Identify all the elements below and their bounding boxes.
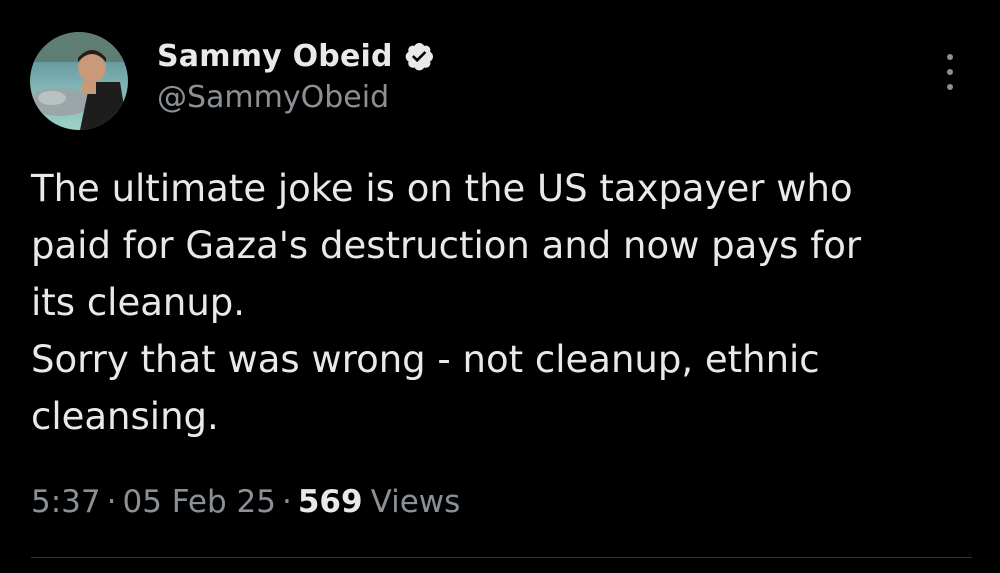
name-row: Sammy Obeid (157, 34, 435, 78)
tweet-text: The ultimate joke is on the US taxpayer … (31, 167, 862, 438)
tweet-date[interactable]: 05 Feb 25 (122, 484, 276, 520)
verified-badge-icon (403, 40, 435, 72)
meta-separator: · (281, 484, 292, 520)
avatar-image (30, 32, 128, 130)
display-name[interactable]: Sammy Obeid (157, 39, 393, 74)
more-dot (947, 84, 953, 90)
divider (31, 557, 972, 558)
meta-separator: · (106, 484, 117, 520)
more-dot (947, 69, 953, 75)
tweet-time[interactable]: 5:37 (31, 484, 101, 520)
author-block: Sammy Obeid @SammyObeid (157, 34, 435, 115)
tweet-meta: 5:37 · 05 Feb 25 · 569 Views (31, 484, 460, 520)
avatar[interactable] (30, 32, 128, 130)
user-handle[interactable]: @SammyObeid (157, 80, 435, 115)
views-count: 569 (297, 484, 363, 520)
more-vertical-icon[interactable] (937, 54, 963, 90)
tweet-card: Sammy Obeid @SammyObeid The ultimate jok… (0, 0, 1000, 573)
more-dot (947, 54, 953, 60)
views-label: Views (370, 484, 461, 520)
